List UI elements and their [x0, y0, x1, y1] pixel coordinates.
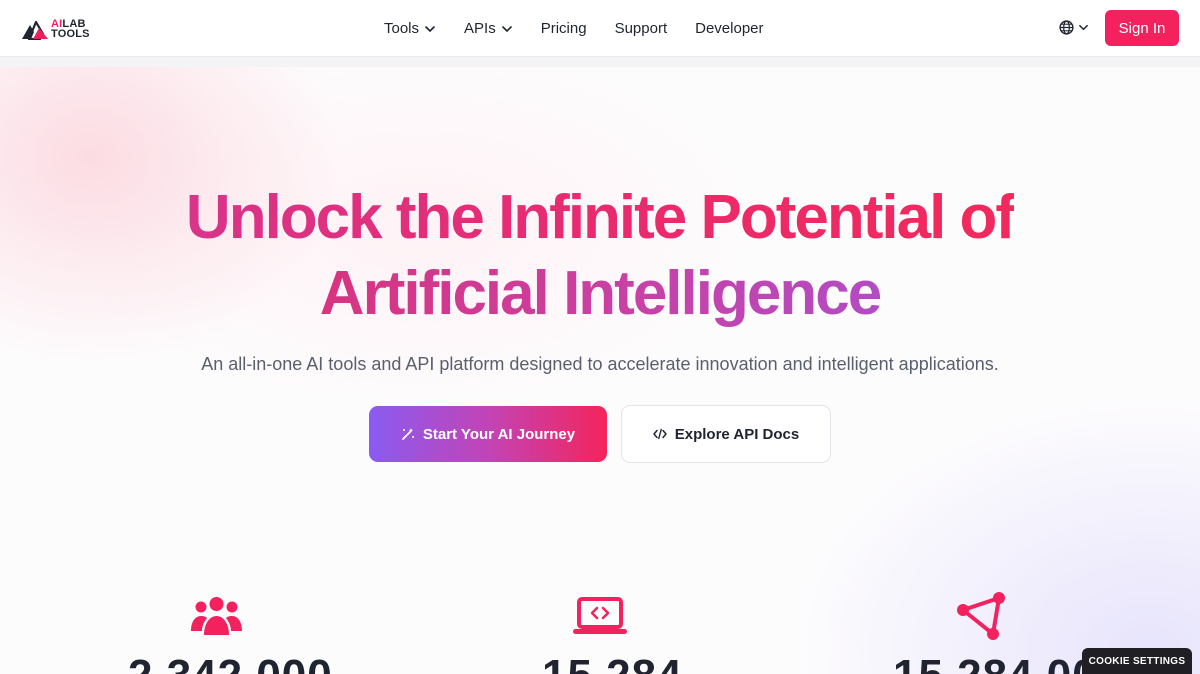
- hero-headline-line2: Artificial Intelligence: [320, 256, 882, 332]
- nav-item-label: APIs: [464, 20, 496, 37]
- brand-wordmark: AILAB TOOLS: [51, 19, 90, 40]
- network-nodes-icon: [955, 590, 1007, 642]
- stat-apis-value: 15,284: [542, 656, 683, 674]
- sign-in-button[interactable]: Sign In: [1105, 10, 1179, 46]
- laptop-code-icon: [573, 597, 627, 635]
- nav-item-support[interactable]: Support: [615, 20, 668, 37]
- nav-item-label: Pricing: [540, 20, 587, 37]
- magic-wand-icon: [401, 428, 414, 440]
- hero-subtitle: An all-in-one AI tools and API platform …: [201, 354, 999, 374]
- nav-item-developer[interactable]: Developer: [695, 20, 763, 37]
- header-divider-strip: [0, 57, 1200, 67]
- brand-logo[interactable]: AILAB TOOLS: [21, 17, 90, 41]
- chevron-down-icon: [1079, 24, 1088, 31]
- nav-item-apis[interactable]: APIs: [464, 20, 513, 37]
- hero-headline: Unlock the Infinite Potential of Artific…: [0, 180, 1200, 332]
- stat-users-value: 2,342,000: [128, 656, 333, 674]
- code-icon: [653, 428, 667, 440]
- cookie-settings-button[interactable]: COOKIE SETTINGS: [1082, 648, 1192, 674]
- ai-lab-mountain-logo-icon: [22, 20, 48, 40]
- globe-icon: [1059, 20, 1074, 35]
- main-nav: Tools APIs Pricing Support Developer: [384, 0, 792, 57]
- hero-headline-line1: Unlock the Infinite Potential of: [186, 180, 1016, 256]
- nav-item-label: Developer: [695, 20, 764, 37]
- top-header: AILAB TOOLS Tools APIs Pricing Support D…: [0, 0, 1200, 57]
- chevron-down-icon: [501, 25, 512, 32]
- language-selector[interactable]: [1059, 20, 1089, 35]
- nav-item-tools[interactable]: Tools: [384, 20, 436, 37]
- start-ai-journey-label: Start Your AI Journey: [422, 425, 576, 443]
- nav-item-pricing[interactable]: Pricing: [541, 20, 587, 37]
- explore-api-docs-button[interactable]: Explore API Docs: [621, 405, 831, 463]
- nav-item-label: Support: [614, 20, 668, 37]
- users-icon: [190, 595, 243, 637]
- brand-wordmark-tools: TOOLS: [51, 28, 90, 40]
- nav-item-label: Tools: [384, 20, 420, 37]
- explore-api-docs-label: Explore API Docs: [674, 425, 800, 443]
- chevron-down-icon: [425, 25, 435, 32]
- start-ai-journey-button[interactable]: Start Your AI Journey: [369, 406, 607, 462]
